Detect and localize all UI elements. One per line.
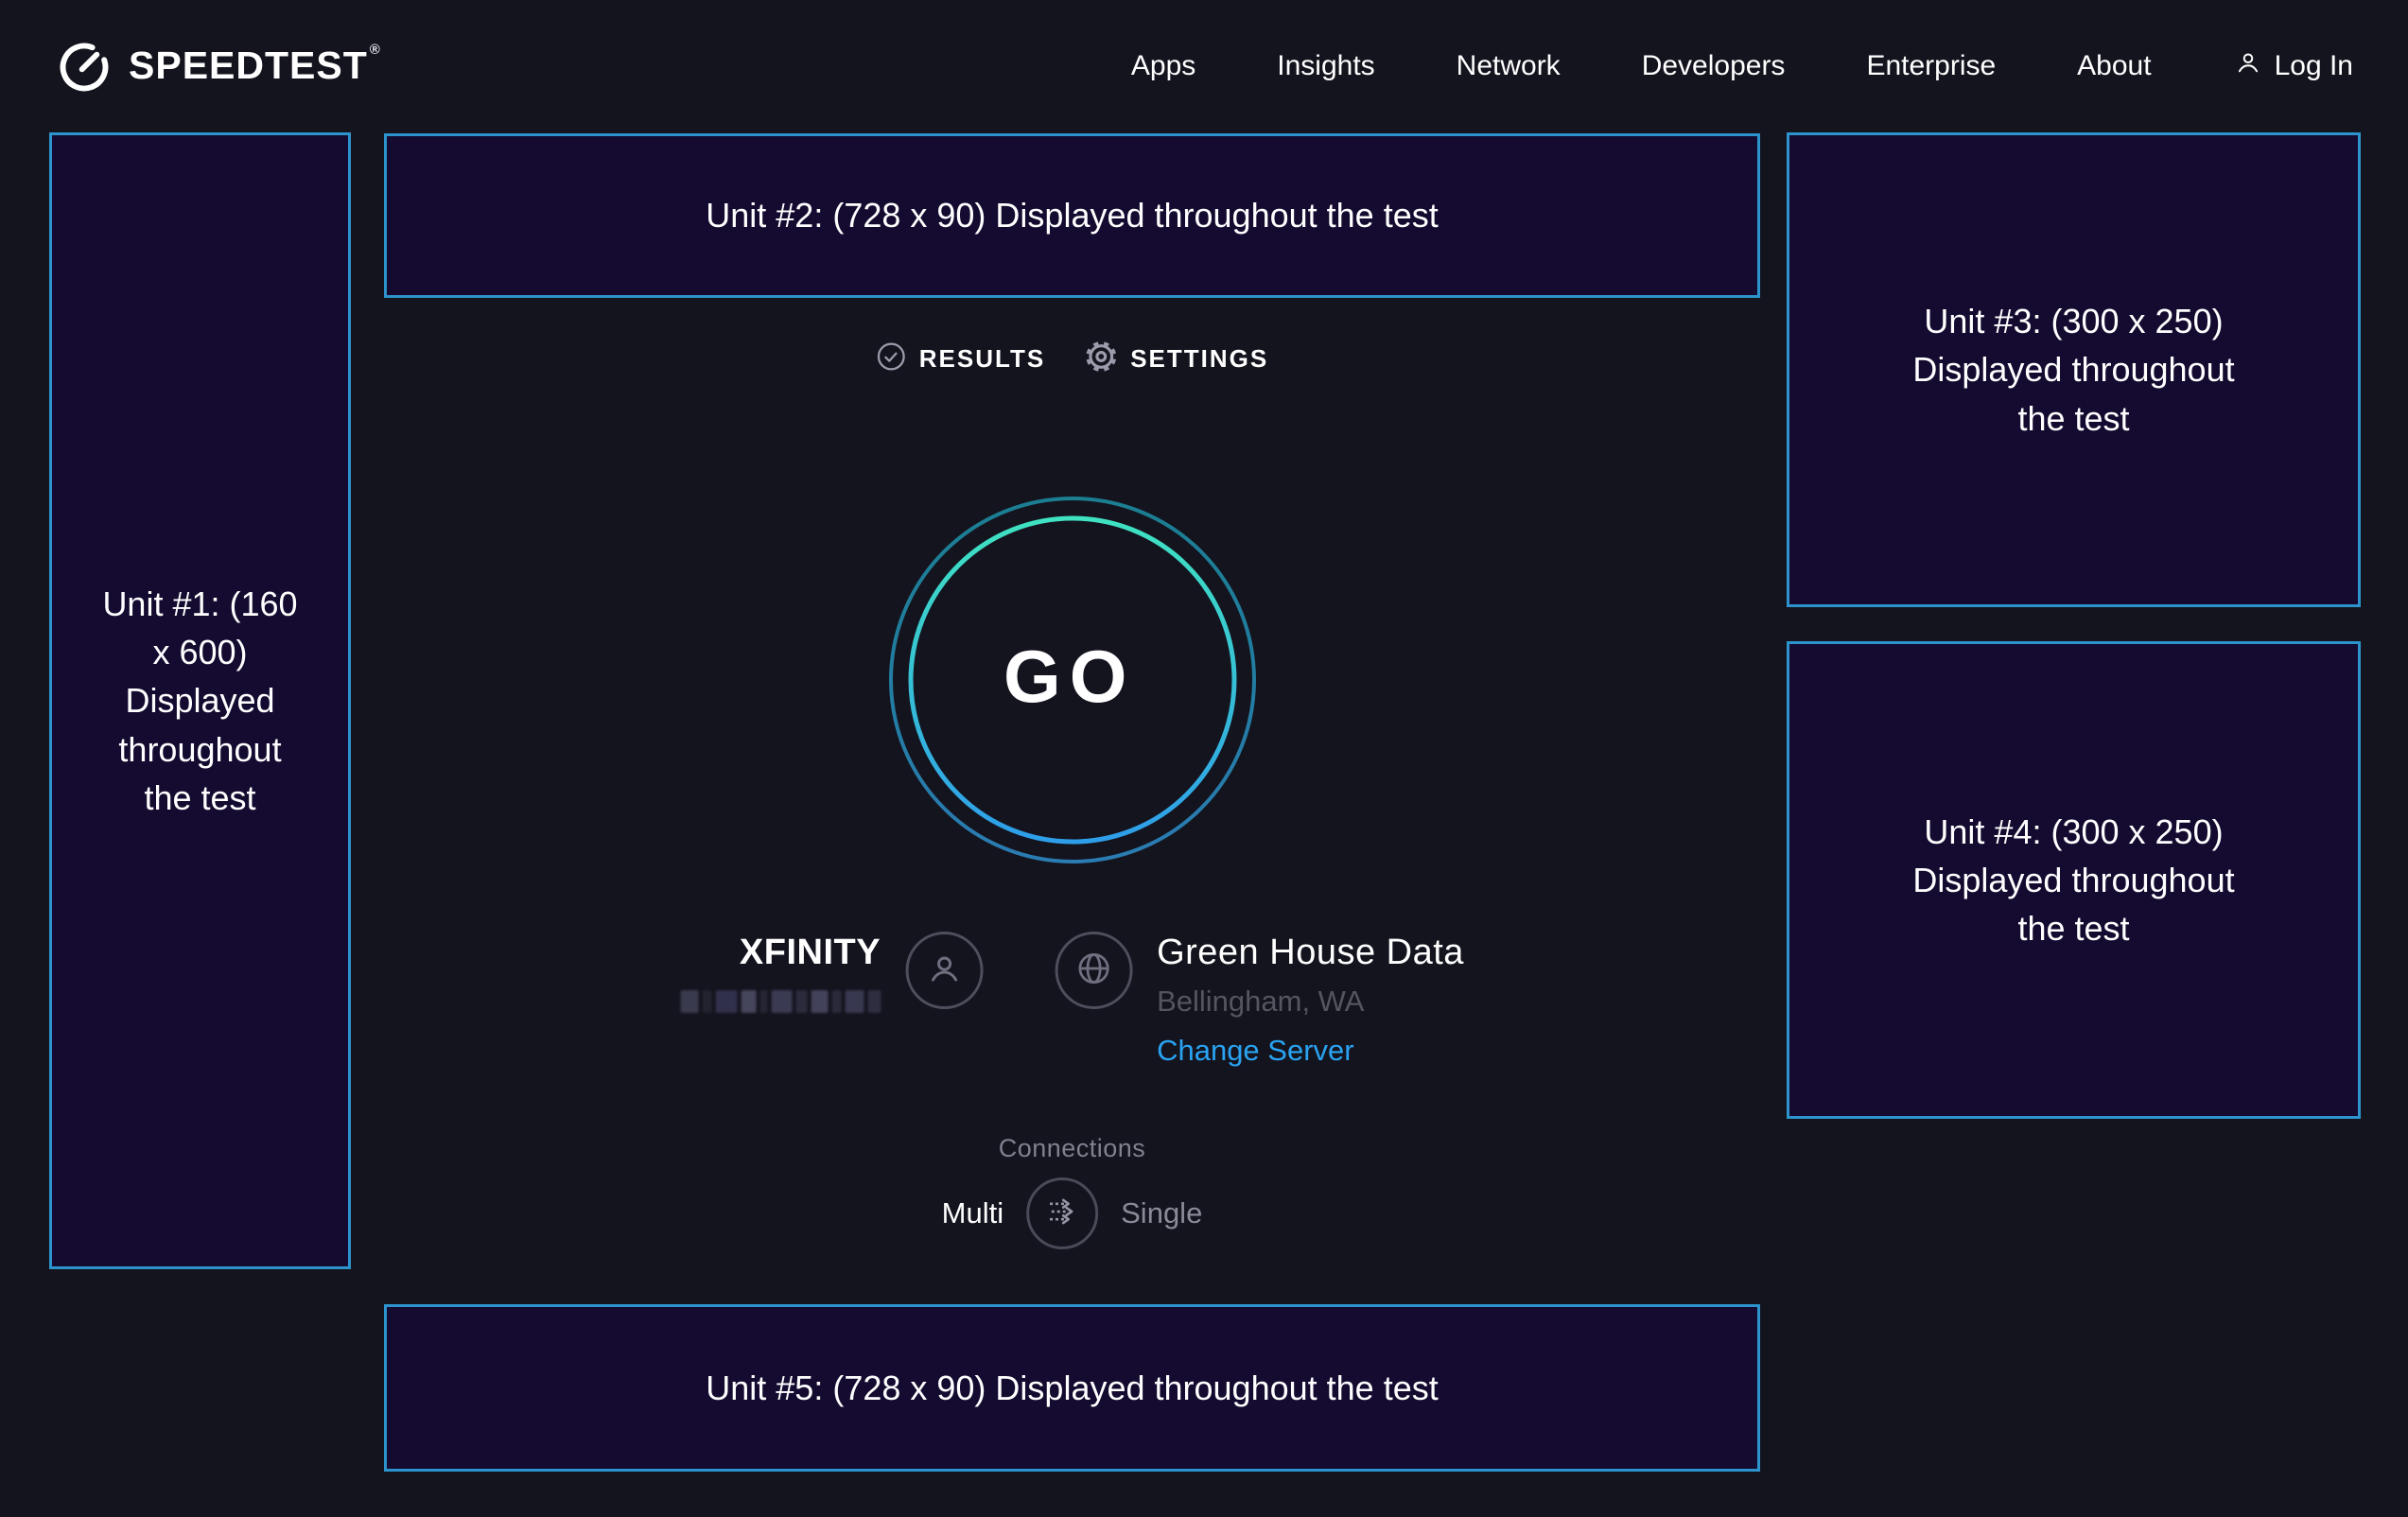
server-name: Green House Data — [1157, 932, 1464, 973]
speedtest-main: RESULTS SETTINGS — [384, 298, 1760, 1300]
isp-icon-circle — [905, 932, 983, 1009]
login-person-icon — [2233, 47, 2263, 85]
isp-name: XFINITY — [740, 932, 881, 973]
ad-unit-1-label: Unit #1: (160 x 600) Displayed throughou… — [98, 580, 303, 822]
ad-unit-3-label: Unit #3: (300 x 250) Displayed throughou… — [1885, 297, 2263, 442]
ad-unit-2-label: Unit #2: (728 x 90) Displayed throughout… — [706, 191, 1438, 239]
ad-unit-4-rectangle: Unit #4: (300 x 250) Displayed throughou… — [1787, 641, 2361, 1119]
speedtest-logo[interactable]: SPEEDTEST® — [55, 36, 381, 96]
gauge-icon — [55, 36, 113, 96]
check-circle-icon — [876, 341, 906, 376]
tab-results-label: RESULTS — [919, 344, 1045, 374]
ad-unit-1-skyscraper: Unit #1: (160 x 600) Displayed throughou… — [49, 132, 351, 1269]
connections-option-multi[interactable]: Multi — [942, 1196, 1003, 1230]
multi-arrows-icon — [1042, 1192, 1082, 1236]
ad-unit-2-banner-top: Unit #2: (728 x 90) Displayed throughout… — [384, 133, 1760, 298]
person-icon — [923, 948, 965, 994]
connections-toggle: Multi Single — [942, 1177, 1203, 1249]
go-button[interactable]: GO — [888, 496, 1257, 864]
gear-icon — [1085, 340, 1117, 377]
nav-item-apps[interactable]: Apps — [1131, 50, 1195, 82]
connections-option-single[interactable]: Single — [1121, 1196, 1202, 1230]
speedtest-page: SPEEDTEST® Apps Insights Network Develop… — [0, 0, 2408, 1517]
header: SPEEDTEST® Apps Insights Network Develop… — [0, 0, 2408, 132]
tab-settings[interactable]: SETTINGS — [1085, 340, 1268, 377]
ip-address-redacted — [680, 988, 881, 1015]
view-tabs: RESULTS SETTINGS — [876, 340, 1268, 377]
server-location: Bellingham, WA — [1157, 983, 1364, 1020]
tab-settings-label: SETTINGS — [1130, 344, 1268, 374]
ad-unit-4-label: Unit #4: (300 x 250) Displayed throughou… — [1885, 808, 2263, 952]
main-nav: Apps Insights Network Developers Enterpr… — [1131, 47, 2353, 85]
login-button[interactable]: Log In — [2233, 47, 2353, 85]
ad-unit-5-label: Unit #5: (728 x 90) Displayed throughout… — [706, 1364, 1438, 1412]
nav-item-network[interactable]: Network — [1457, 50, 1561, 82]
nav-item-developers[interactable]: Developers — [1642, 50, 1786, 82]
logo-text: SPEEDTEST® — [129, 36, 381, 95]
connections-title: Connections — [999, 1134, 1146, 1163]
server-icon-circle — [1055, 932, 1132, 1009]
change-server-link[interactable]: Change Server — [1157, 1032, 1354, 1070]
tab-results[interactable]: RESULTS — [876, 341, 1045, 376]
logo-trademark: ® — [370, 42, 381, 58]
globe-icon — [1073, 948, 1114, 994]
go-button-label: GO — [1003, 634, 1135, 720]
ad-unit-3-rectangle: Unit #3: (300 x 250) Displayed throughou… — [1787, 132, 2361, 607]
connection-info: XFINITY — [680, 932, 1464, 1070]
connections-toggle-button[interactable] — [1026, 1177, 1098, 1249]
nav-item-insights[interactable]: Insights — [1277, 50, 1374, 82]
nav-item-about[interactable]: About — [2077, 50, 2151, 82]
ad-unit-5-banner-bottom: Unit #5: (728 x 90) Displayed throughout… — [384, 1304, 1760, 1472]
server-info: Green House Data Bellingham, WA Change S… — [1055, 932, 1464, 1070]
isp-info: XFINITY — [680, 932, 983, 1015]
nav-item-enterprise[interactable]: Enterprise — [1866, 50, 1996, 82]
